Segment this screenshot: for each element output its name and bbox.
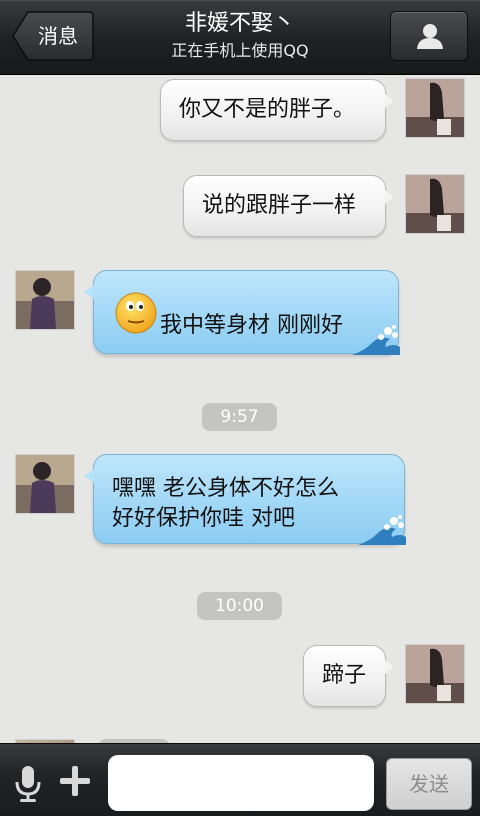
timestamp-divider: 9:57 (202, 403, 277, 431)
voice-button[interactable] (12, 764, 44, 804)
contact-name: 非媛不娶丶 (184, 11, 295, 36)
message-list[interactable]: 你又不是的胖子。 说的跟胖子一样 我中等身材 刚刚好 9:57 嘿嘿 老公身体不… (0, 75, 480, 743)
message-line: 嘿嘿 老公身体不好怎么 (112, 476, 339, 501)
contact-status: 正在手机上使用QQ (171, 41, 309, 60)
contact-profile-button[interactable] (390, 11, 468, 61)
wave-decoration-icon (352, 325, 400, 355)
my-avatar[interactable] (405, 644, 465, 704)
timestamp-divider: 10:00 (197, 592, 282, 620)
message-text: 我中等身材 刚刚好 (160, 313, 343, 338)
message-text: 蹄子 (322, 663, 367, 688)
message-bubble-outgoing[interactable]: 你又不是的胖子。 (160, 79, 394, 141)
my-avatar[interactable] (405, 78, 465, 138)
chat-screen: 消息 非媛不娶丶 正在手机上使用QQ 你又不是的胖子。 说的跟胖子一样 我中等身… (0, 0, 480, 816)
more-options-button[interactable] (58, 764, 92, 800)
contact-avatar[interactable] (15, 270, 75, 330)
avatar-photo (406, 175, 464, 233)
wave-decoration-icon (358, 515, 406, 545)
message-text: 说的跟胖子一样 (202, 193, 357, 218)
title-bar: 消息 非媛不娶丶 正在手机上使用QQ (0, 0, 480, 75)
my-avatar[interactable] (405, 174, 465, 234)
message-text: 你又不是的胖子。 (179, 97, 356, 122)
back-button[interactable]: 消息 (12, 11, 94, 61)
smiley-face-icon (115, 292, 157, 334)
contact-avatar[interactable] (15, 454, 75, 514)
plus-icon (60, 766, 90, 796)
conversation-title-block: 非媛不娶丶 正在手机上使用QQ (110, 8, 370, 62)
microphone-icon (15, 766, 41, 802)
message-text: 嘿嘿 老公身体不好怎么 好好保护你哇 对吧 (112, 474, 339, 534)
back-button-label: 消息 (38, 24, 78, 48)
input-bar: 发送 (0, 743, 480, 816)
avatar-photo (406, 645, 464, 703)
message-input[interactable] (108, 755, 374, 811)
message-bubble-outgoing[interactable]: 说的跟胖子一样 (183, 175, 394, 237)
message-bubble-incoming[interactable]: 我中等身材 刚刚好 (84, 270, 400, 355)
message-line: 好好保护你哇 对吧 (112, 506, 295, 531)
avatar-photo (406, 79, 464, 137)
avatar-photo (16, 271, 74, 329)
send-button[interactable]: 发送 (386, 758, 472, 810)
message-bubble-outgoing[interactable]: 蹄子 (303, 645, 394, 707)
person-icon (417, 24, 443, 49)
message-bubble-incoming[interactable]: 嘿嘿 老公身体不好怎么 好好保护你哇 对吧 (84, 454, 406, 545)
avatar-photo (16, 455, 74, 513)
